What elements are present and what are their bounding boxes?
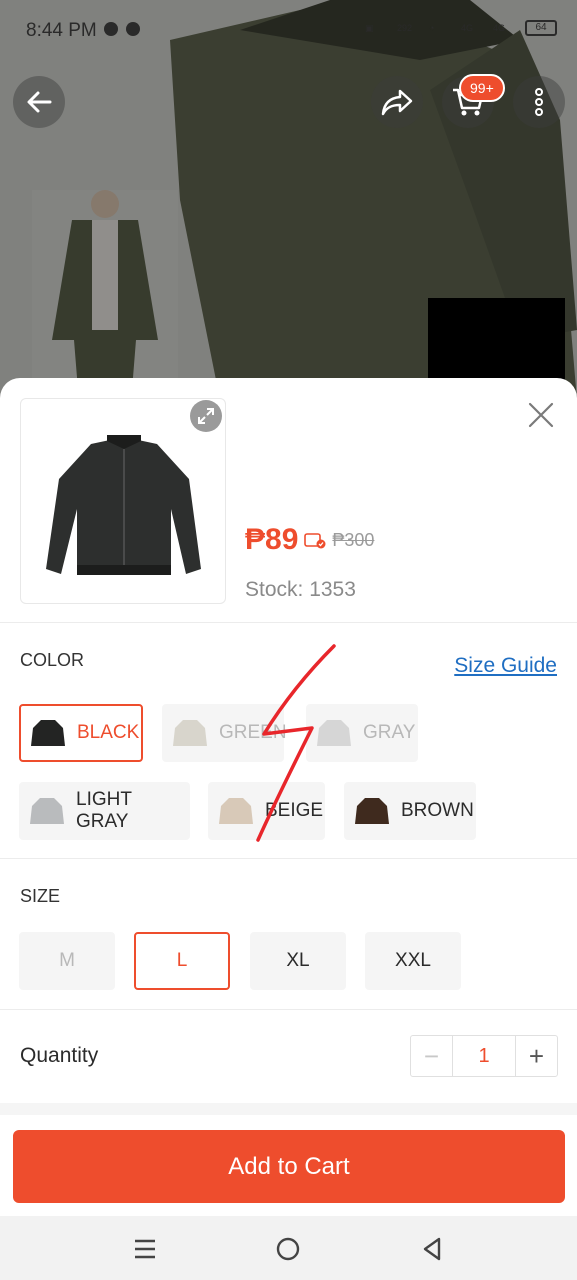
size-option-xl[interactable]: XL (250, 932, 346, 990)
color-option-label: LIGHT GRAY (76, 789, 132, 832)
quantity-stepper: − 1 + (410, 1035, 558, 1077)
close-icon[interactable] (526, 400, 556, 430)
status-time: 8:44 PM (26, 20, 97, 41)
messenger-icon (104, 22, 118, 36)
wifi-icon: ◔ (429, 22, 435, 33)
variation-bottom-sheet: ₱89 ₱300 Stock: 1353 COLOR Size Guide BL… (0, 378, 577, 1216)
stock-count: Stock: 1353 (245, 578, 356, 601)
color-option-label: GRAY (363, 722, 416, 743)
selected-variation-image[interactable] (20, 398, 226, 604)
expand-icon (198, 408, 214, 424)
divider (0, 858, 577, 859)
quantity-label: Quantity (20, 1044, 99, 1067)
section-gap (0, 1103, 577, 1115)
color-option-beige[interactable]: BEIGE (208, 782, 325, 840)
divider (0, 1009, 577, 1010)
color-option-brown[interactable]: BROWN (344, 782, 476, 840)
quantity-input[interactable]: 1 (452, 1036, 516, 1076)
size-section-label: SIZE (20, 886, 61, 906)
nfc-icon: ▣ (365, 22, 374, 33)
share-button[interactable] (371, 76, 423, 128)
expand-image-button[interactable] (190, 400, 222, 432)
signal-b: 4G (493, 22, 506, 33)
triangle-back-icon (423, 1237, 441, 1261)
green-jacket-thumb (173, 720, 207, 746)
voucher-icon (304, 533, 326, 549)
color-option-black[interactable]: BLACK (19, 704, 143, 762)
recent-apps-button[interactable] (130, 1234, 160, 1264)
color-option-label: BEIGE (265, 800, 324, 821)
more-options-button[interactable] (513, 76, 565, 128)
facebook-icon (126, 22, 140, 36)
divider (0, 622, 577, 623)
current-price: ₱89 (245, 523, 299, 556)
decrease-quantity-button[interactable]: − (411, 1036, 452, 1076)
back-button[interactable] (13, 76, 65, 128)
size-option-l[interactable]: L (134, 932, 230, 990)
color-section-label: COLOR (20, 650, 85, 670)
black-jacket-image (46, 435, 201, 575)
arrow-left-icon (27, 91, 52, 113)
signal-a: 4G (461, 22, 474, 33)
color-option-label: BROWN (401, 800, 474, 821)
size-option-xxl[interactable]: XXL (365, 932, 461, 990)
light-gray-jacket-thumb (30, 798, 64, 824)
price-row: ₱89 ₱300 (245, 523, 374, 557)
size-guide-link[interactable]: Size Guide (454, 654, 557, 678)
color-option-gray[interactable]: GRAY (306, 704, 418, 762)
color-option-green[interactable]: GREEN (162, 704, 287, 762)
data-speed: 292 (397, 22, 413, 33)
battery-icon: 64 (525, 20, 557, 36)
color-option-label: GREEN (219, 722, 287, 743)
status-bar: 8:44 PM ▣ 292 ◔ 4G 4G 64 (0, 0, 577, 60)
original-price: ₱300 (332, 529, 375, 550)
brown-jacket-thumb (355, 798, 389, 824)
color-option-label: BLACK (77, 722, 140, 743)
gray-jacket-thumb (317, 720, 351, 746)
share-icon (381, 89, 413, 116)
more-vertical-icon (535, 88, 543, 116)
cart-count-badge: 99+ (459, 74, 505, 102)
black-jacket-thumb (31, 720, 65, 746)
add-to-cart-button[interactable]: Add to Cart (13, 1130, 565, 1203)
back-nav-button[interactable] (417, 1234, 447, 1264)
beige-jacket-thumb (219, 798, 253, 824)
home-circle-icon (276, 1237, 300, 1261)
size-option-m[interactable]: M (19, 932, 115, 990)
system-navigation-bar (0, 1216, 577, 1280)
increase-quantity-button[interactable]: + (516, 1036, 557, 1076)
color-option-light-gray[interactable]: LIGHT GRAY (19, 782, 190, 840)
home-button[interactable] (273, 1234, 303, 1264)
menu-icon (135, 1239, 155, 1259)
